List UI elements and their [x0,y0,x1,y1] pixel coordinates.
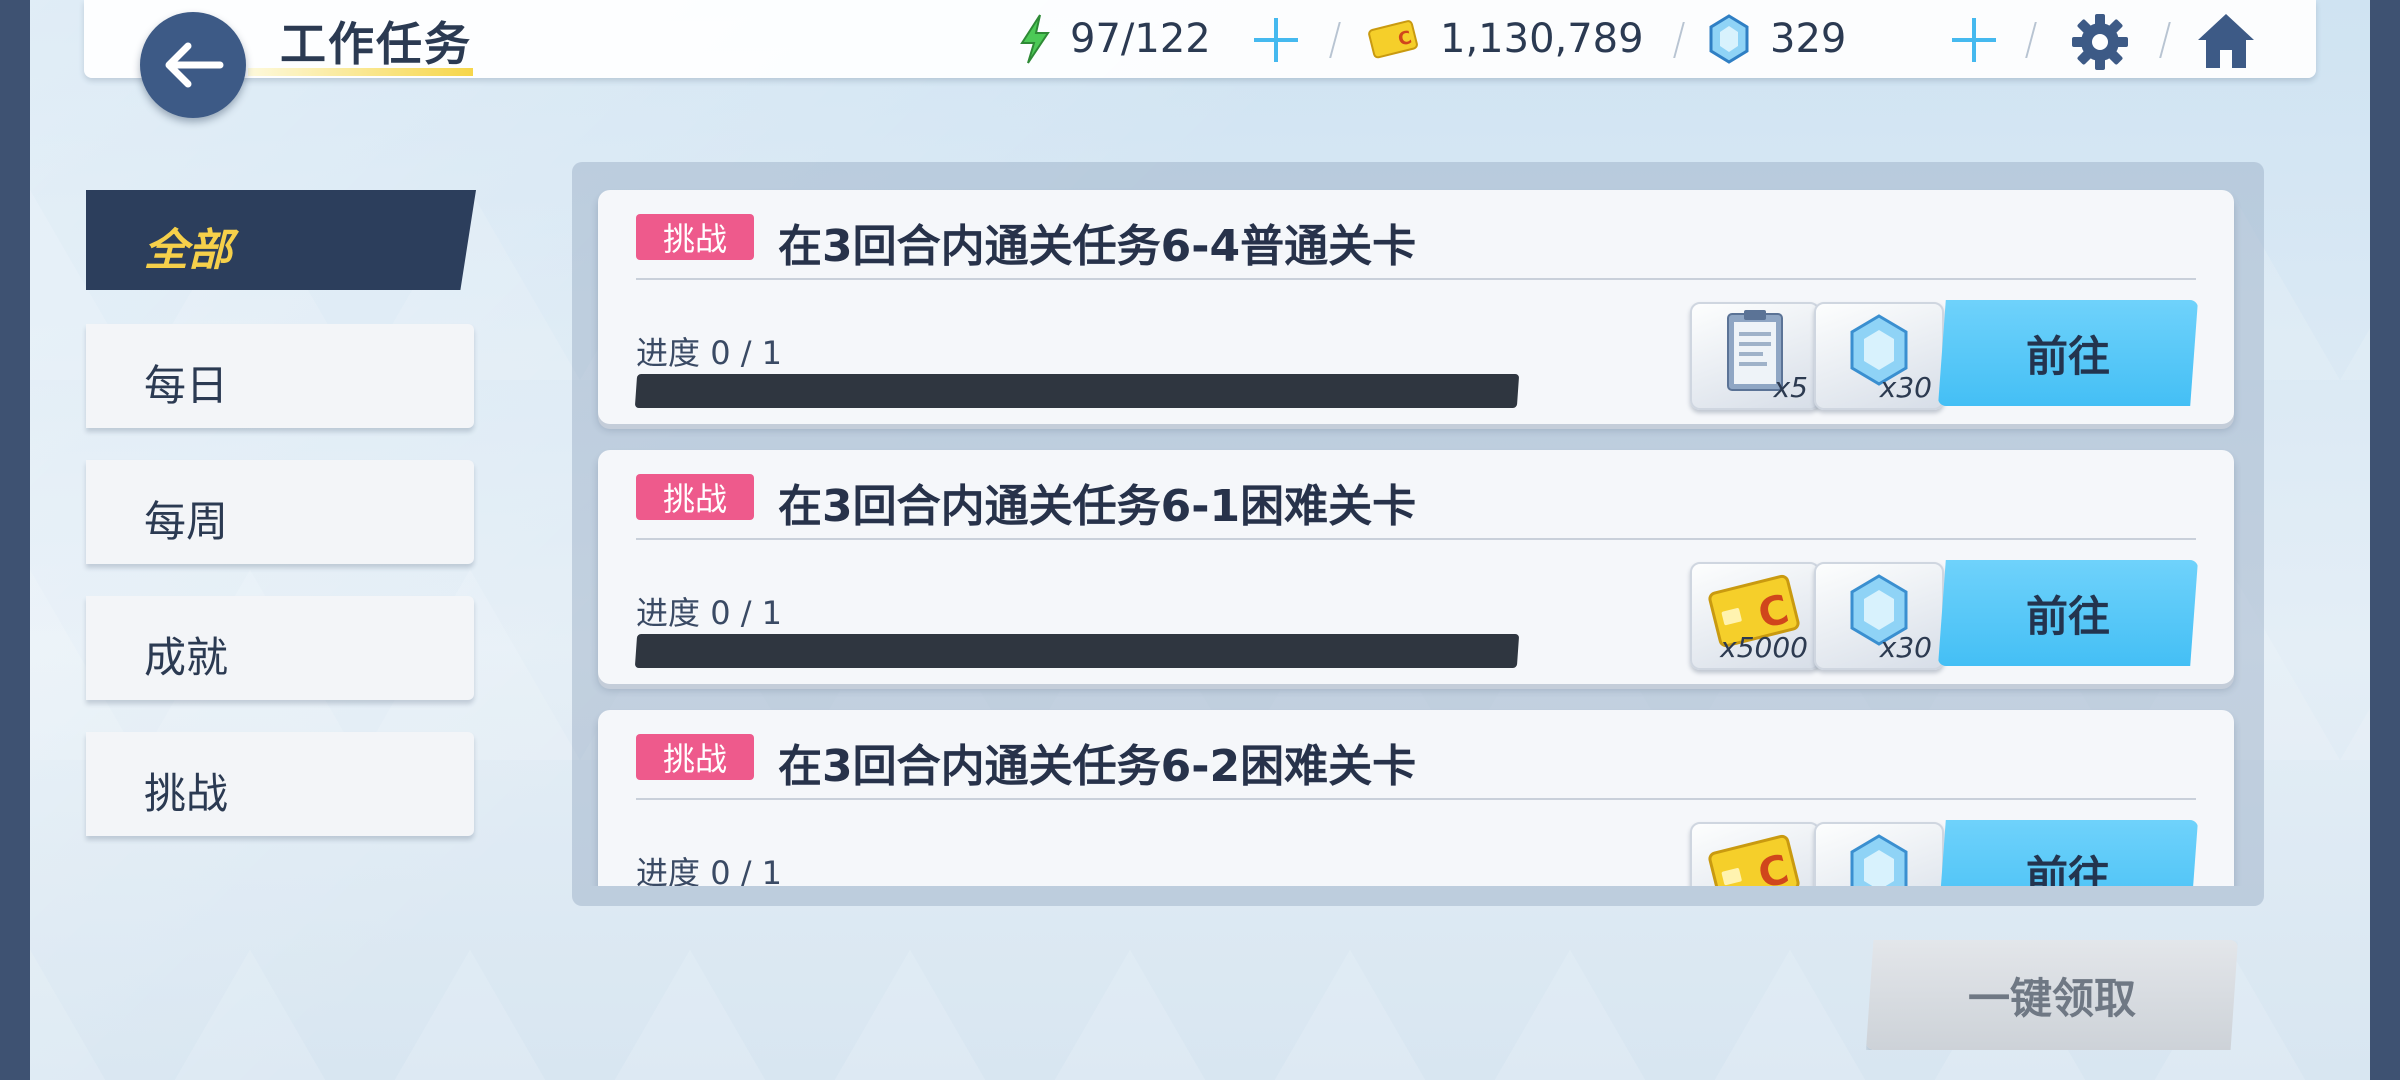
sidebar-item-label: 挑战 [144,769,229,818]
progress-label: 进度 [636,594,701,632]
reward-quantity: x30 [1879,371,1932,404]
progress-value: 0 / 1 [710,594,783,632]
task-card: 挑战 在3回合内通关任务6-4普通关卡 进度 0 / 1 x5 x30 前往 [598,190,2234,424]
reward-item[interactable]: x30 [1814,562,1944,670]
home-icon [2198,14,2254,68]
challenge-badge: 挑战 [636,734,754,780]
right-frame [2370,0,2400,1080]
blue-gem-icon [1850,834,1908,886]
left-frame [0,0,30,1080]
credit-card-icon: C [1368,20,1418,59]
gems-display: 329 [1708,0,1846,78]
sidebar-item-achievements[interactable]: 成就 [86,596,474,700]
sidebar-item-all[interactable]: 全部 [86,190,476,290]
progress-bar [634,634,1520,668]
progress-value: 0 / 1 [710,334,783,372]
home-button[interactable] [2194,10,2258,72]
progress-fill [634,634,638,668]
credit-card-icon: C [1708,834,1800,886]
progress-text: 进度 0 / 1 [636,848,782,886]
reward-item[interactable]: C x5000 [1690,562,1820,670]
back-arrow-icon [165,42,224,88]
credits-value: 1,130,789 [1440,16,1644,62]
task-title: 在3回合内通关任务6-4普通关卡 [778,221,1417,272]
progress-value: 0 / 1 [710,854,783,886]
sidebar-item-weekly[interactable]: 每周 [86,460,474,564]
reward-item[interactable]: x30 [1814,302,1944,410]
reward-item[interactable]: x5 [1690,302,1820,410]
challenge-badge: 挑战 [636,214,754,260]
sidebar-item-label: 每日 [144,361,229,410]
task-title: 在3回合内通关任务6-2困难关卡 [778,741,1417,792]
divider [636,538,2196,540]
reward-quantity: x5 [1773,371,1808,404]
progress-fill [634,374,638,408]
reward-quantity: x30 [1879,631,1932,664]
sidebar-item-daily[interactable]: 每日 [86,324,474,428]
progress-bar [634,374,1520,408]
challenge-badge: 挑战 [636,474,754,520]
back-button[interactable] [140,12,246,118]
sidebar-item-label: 每周 [144,497,229,546]
gems-value: 329 [1770,16,1847,62]
lightning-icon [1020,14,1050,64]
divider [636,278,2196,280]
progress-text: 进度 0 / 1 [636,588,782,634]
sidebar-item-label: 全部 [144,225,232,276]
go-button[interactable]: 前往 [1938,300,2198,406]
page-title: 工作任务 [280,17,472,71]
add-gems-button[interactable] [1950,16,1998,64]
progress-label: 进度 [636,854,701,886]
energy-display: 97/122 [1016,0,1211,78]
reward-quantity: x5000 [1720,631,1808,664]
task-card: 挑战 在3回合内通关任务6-1困难关卡 进度 0 / 1 C x5000 x30… [598,450,2234,684]
energy-value: 97/122 [1070,16,1211,62]
task-list[interactable]: 挑战 在3回合内通关任务6-4普通关卡 进度 0 / 1 x5 x30 前往 挑… [572,162,2264,886]
sidebar-item-challenges[interactable]: 挑战 [86,732,474,836]
blue-gem-icon [1709,14,1749,64]
gear-icon [2072,14,2128,70]
reward-item[interactable]: C [1690,822,1820,886]
go-button[interactable]: 前往 [1938,820,2198,886]
divider [636,798,2196,800]
task-title: 在3回合内通关任务6-1困难关卡 [778,481,1417,532]
progress-label: 进度 [636,334,701,372]
task-card: 挑战 在3回合内通关任务6-2困难关卡 进度 0 / 1 C 前往 [598,710,2234,886]
credits-display: C 1,130,789 [1368,0,1644,78]
go-button[interactable]: 前往 [1938,560,2198,666]
settings-button[interactable] [2070,12,2130,72]
progress-text: 进度 0 / 1 [636,328,782,374]
reward-item[interactable] [1814,822,1944,886]
claim-all-button[interactable]: 一键领取 [1866,940,2238,1050]
add-energy-button[interactable] [1252,16,1300,64]
sidebar-item-label: 成就 [144,633,229,682]
